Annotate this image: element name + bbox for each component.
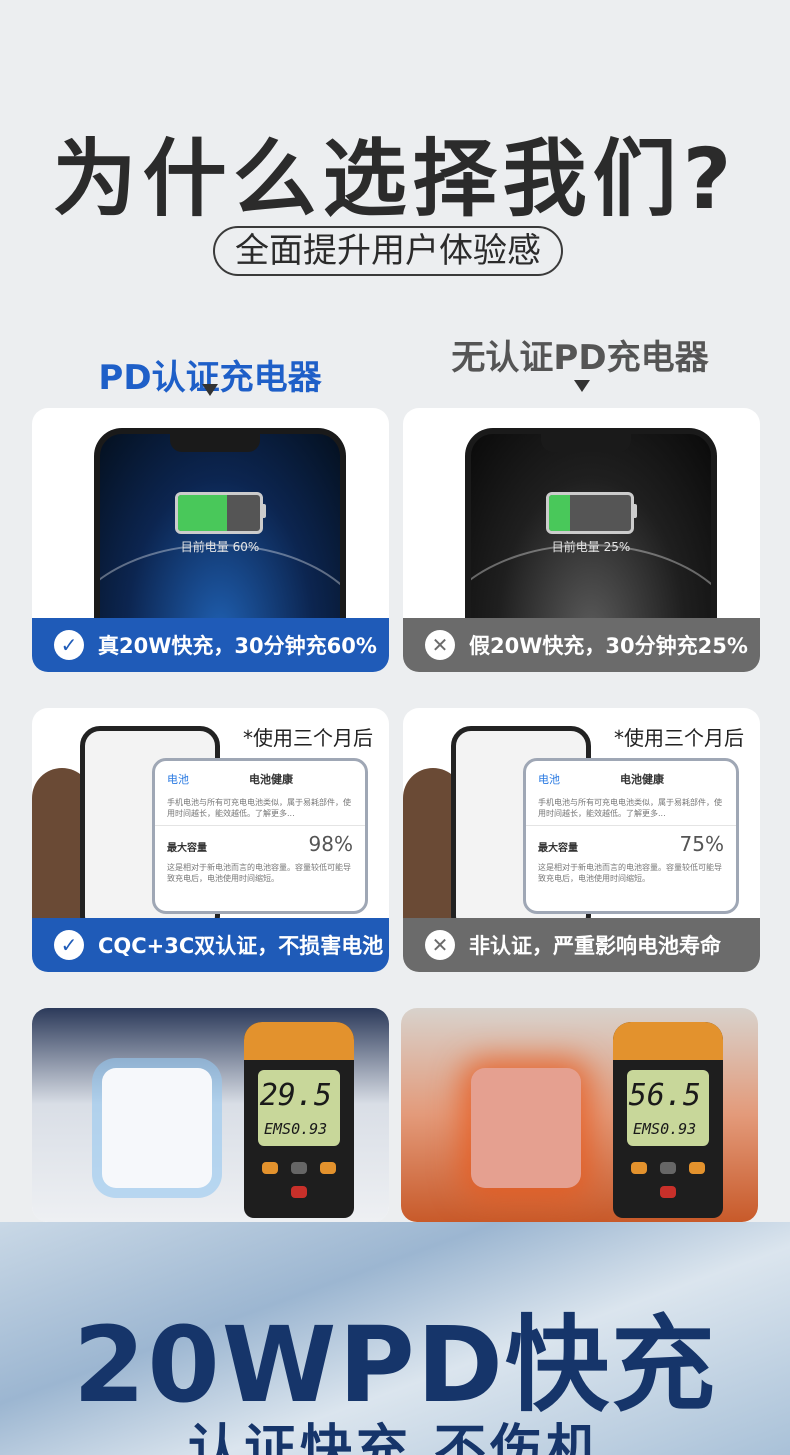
subtitle-pill: 全面提升用户体验感 [213,226,563,276]
screen-description: 手机电池与所有可充电电池类似，属于易耗部件，使用时间越长，能效越低。了解更多..… [538,798,722,818]
screen-title: 电池健康 [620,773,664,786]
battery-icon [175,492,263,534]
card-certified-temperature: 29.5 EMS0.93 [32,1008,389,1222]
card-uncertified-charge: 目前电量 25% ✕ 假20W快充，30分钟充25% [403,408,760,672]
charger-image [102,1068,212,1188]
check-icon: ✓ [54,930,84,960]
thermometer-display: 29.5 EMS0.93 [258,1070,340,1146]
column-heading-uncertified: 无认证PD充电器 [451,338,709,378]
battery-level-text: 目前电量 25% [551,540,631,554]
charger-image [471,1068,581,1188]
battery-icon [546,492,634,534]
temperature-reading: 56.5 [628,1078,701,1113]
close-icon: ✕ [425,630,455,660]
emissivity-reading: EMS0.93 [633,1120,697,1138]
capacity-description: 这是相对于新电池而言的电池容量。容量较低可能导致充电后，电池使用时间缩短。 [167,863,351,883]
caption-banner: ✕ 假20W快充，30分钟充25% [403,618,760,672]
thermometer-display: 56.5 EMS0.93 [627,1070,709,1146]
temperature-reading: 29.5 [259,1078,332,1113]
card-certified-charge: 目前电量 60% ✓ 真20W快充，30分钟充60% [32,408,389,672]
arrow-down-icon [202,384,218,396]
note-text: *使用三个月后 [614,726,744,750]
capacity-value: 75% [679,832,724,856]
screen-description: 手机电池与所有可充电电池类似，属于易耗部件，使用时间越长，能效越低。了解更多..… [167,798,351,818]
thermometer-image: 29.5 EMS0.93 [244,1022,354,1218]
capacity-value: 98% [308,832,353,856]
phone-image: 目前电量 25% [465,428,717,634]
caption-text: 真20W快充，30分钟充60% [98,634,377,658]
battery-level-text: 目前电量 60% [180,540,260,554]
battery-health-screen: 电池 电池健康 手机电池与所有可充电电池类似，属于易耗部件，使用时间越长，能效越… [523,758,739,914]
caption-banner: ✕ 非认证，严重影响电池寿命 [403,918,760,972]
capacity-label: 最大容量 [538,843,578,854]
caption-banner: ✓ CQC+3C双认证，不损害电池 [32,918,389,972]
card-certified-battery-health: *使用三个月后 电池 电池健康 手机电池与所有可充电电池类似，属于易耗部件，使用… [32,708,389,972]
note-text: *使用三个月后 [243,726,373,750]
caption-text: CQC+3C双认证，不损害电池 [98,934,384,958]
screen-title: 电池健康 [249,773,293,786]
emissivity-reading: EMS0.93 [264,1120,328,1138]
caption-text: 假20W快充，30分钟充25% [469,634,748,658]
phone-image: 目前电量 60% [94,428,346,634]
card-uncertified-temperature: 56.5 EMS0.93 [401,1008,758,1222]
footer-band: 20WPD快充 认证快充 不伤机 [0,1222,790,1455]
page-title: 为什么选择我们? [52,130,738,228]
card-uncertified-battery-health: *使用三个月后 电池 电池健康 手机电池与所有可充电电池类似，属于易耗部件，使用… [403,708,760,972]
back-link: 电池 [538,773,560,786]
battery-health-screen: 电池 电池健康 手机电池与所有可充电电池类似，属于易耗部件，使用时间越长，能效越… [152,758,368,914]
capacity-label: 最大容量 [167,843,207,854]
footer-tagline: 认证快充 不伤机 [187,1420,603,1455]
close-icon: ✕ [425,930,455,960]
caption-banner: ✓ 真20W快充，30分钟充60% [32,618,389,672]
arrow-down-icon [574,380,590,392]
capacity-description: 这是相对于新电池而言的电池容量。容量较低可能导致充电后，电池使用时间缩短。 [538,863,722,883]
back-link: 电池 [167,773,189,786]
check-icon: ✓ [54,630,84,660]
thermometer-image: 56.5 EMS0.93 [613,1022,723,1218]
caption-text: 非认证，严重影响电池寿命 [469,934,721,958]
